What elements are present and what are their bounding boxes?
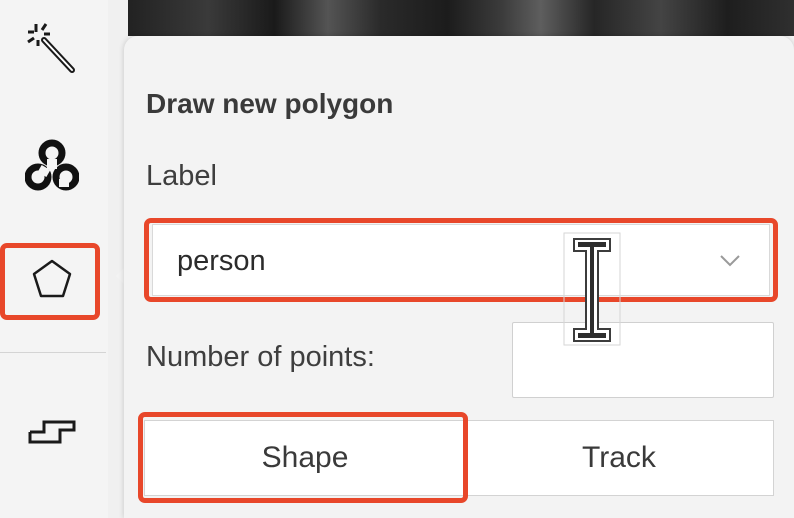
magic-wand-icon <box>24 20 80 76</box>
label-caption: Label <box>146 160 217 192</box>
popover-title: Draw new polygon <box>146 88 394 119</box>
track-button[interactable]: Track <box>464 420 774 496</box>
text-cursor-icon <box>560 231 624 349</box>
toolbar-divider <box>0 352 106 353</box>
number-of-points-input[interactable] <box>512 322 774 398</box>
image-canvas[interactable] <box>128 0 794 36</box>
polyline-icon <box>26 410 78 450</box>
shape-button-highlight <box>138 412 468 503</box>
magic-wand-tool-button[interactable] <box>0 18 104 78</box>
opencv-tool-button[interactable] <box>0 134 104 198</box>
number-of-points-caption: Number of points: <box>146 341 375 373</box>
polygon-tool-highlight <box>0 243 100 320</box>
controls-sidebar <box>0 0 109 518</box>
draw-polygon-popover: Draw new polygon Label person Number of … <box>124 36 794 518</box>
opencv-icon <box>25 139 79 193</box>
draw-polyline-tool-button[interactable] <box>0 398 104 462</box>
label-select-highlight <box>144 218 778 302</box>
